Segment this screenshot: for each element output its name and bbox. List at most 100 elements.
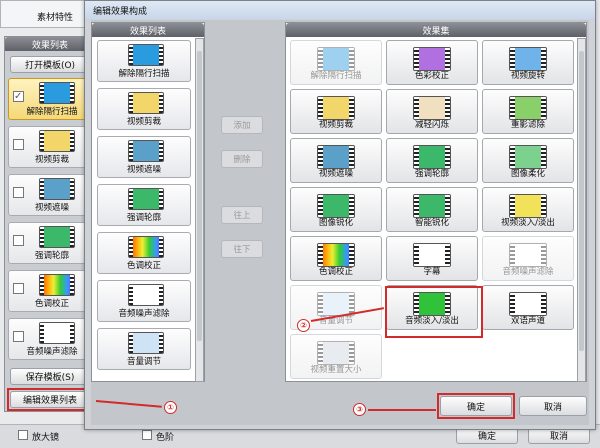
effect-thumbnail-icon: [317, 243, 355, 267]
list-scrollbar[interactable]: [195, 38, 204, 382]
move-up-button[interactable]: 往上: [221, 206, 263, 224]
effect-tile-label: 视频淡入/淡出: [501, 218, 555, 228]
effect-thumbnail-icon: [509, 194, 547, 218]
bg-checkbox[interactable]: [13, 283, 24, 294]
effect-thumbnail-icon: [317, 145, 355, 169]
bg-list-item-1[interactable]: 视频剪裁: [8, 126, 96, 168]
effect-tile[interactable]: 智能锐化: [386, 187, 478, 232]
effect-list-item[interactable]: 解除隔行扫描: [97, 40, 191, 82]
dialog-titlebar: 编辑效果构成: [85, 1, 595, 19]
open-template-button[interactable]: 打开模板(O): [10, 56, 90, 73]
zoom-checkbox[interactable]: [18, 430, 28, 440]
effect-tile-label: 视频遮噪: [318, 169, 353, 179]
effect-thumbnail-icon: [509, 292, 547, 316]
bg-checkbox[interactable]: [13, 187, 24, 198]
effect-list-item[interactable]: 色调校正: [97, 232, 191, 274]
bg-list-item-0[interactable]: ✓ 解除隔行扫描: [8, 78, 96, 120]
bg-list-item-label: 音频噪声滤除: [26, 347, 78, 357]
effect-list-title: 效果列表: [92, 23, 204, 37]
effect-tile[interactable]: 色调校正: [290, 236, 382, 281]
effect-tile-label: 双语声道: [510, 316, 545, 326]
effect-tile[interactable]: 音频噪声滤除: [482, 236, 574, 281]
effect-list-label: 色调校正: [126, 261, 161, 271]
bg-checkbox[interactable]: [13, 235, 24, 246]
film-icon: [128, 44, 164, 66]
effect-thumbnail-icon: [317, 47, 355, 71]
levels-checkbox[interactable]: [142, 430, 152, 440]
effect-thumbnail-icon: [317, 194, 355, 218]
effect-list-item[interactable]: 音量调节: [97, 328, 191, 370]
bg-checkbox-icon[interactable]: ✓: [13, 91, 24, 102]
effect-tile[interactable]: 解除隔行扫描: [290, 40, 382, 85]
list-scrollbar-thumb[interactable]: [197, 51, 202, 341]
effect-tile[interactable]: 减轻闪烁: [386, 89, 478, 134]
effect-tile[interactable]: 双语声道: [482, 285, 574, 330]
effect-tile-label: 图像柔化: [510, 169, 545, 179]
bg-list-item-label: 解除隔行扫描: [26, 107, 78, 117]
grid-scrollbar-thumb[interactable]: [579, 51, 584, 351]
effect-tile[interactable]: 图像柔化: [482, 138, 574, 183]
dialog-title: 编辑效果构成: [93, 6, 148, 17]
save-template-button[interactable]: 保存模板(S): [10, 368, 90, 385]
bg-checkbox[interactable]: [13, 139, 24, 150]
bg-list-item-2[interactable]: 视频遮噪: [8, 174, 96, 216]
volume-icon: [128, 332, 164, 354]
effect-thumbnail-icon: [413, 243, 451, 267]
effect-thumbnail-icon: [509, 47, 547, 71]
grid-scrollbar[interactable]: [577, 38, 586, 382]
effect-tile-label: 字幕: [423, 267, 441, 277]
effect-tile[interactable]: 字幕: [386, 236, 478, 281]
highlight-box-3: [437, 393, 515, 419]
effect-list-label: 解除隔行扫描: [118, 69, 170, 79]
effect-tile-label: 图像锐化: [318, 218, 353, 228]
effect-tile[interactable]: 强调轮廓: [386, 138, 478, 183]
effect-tile-label: 音频噪声滤除: [502, 267, 554, 277]
effect-tile-label: 减轻闪烁: [414, 120, 449, 130]
effect-list-item[interactable]: 强调轮廓: [97, 184, 191, 226]
effect-thumbnail-icon: [413, 96, 451, 120]
color-icon: [39, 274, 75, 296]
effect-tile[interactable]: 视频旋转: [482, 40, 574, 85]
effect-thumbnail-icon: [509, 96, 547, 120]
effect-thumbnail-icon: [317, 96, 355, 120]
effect-tile[interactable]: 重影滤除: [482, 89, 574, 134]
bg-list-item-4[interactable]: 色调校正: [8, 270, 96, 312]
effect-list-item[interactable]: 视频遮噪: [97, 136, 191, 178]
effect-tile[interactable]: 视频遮噪: [290, 138, 382, 183]
dialog-cancel-button[interactable]: 取消: [519, 396, 587, 416]
bg-list-item-label: 强调轮廓: [34, 251, 69, 261]
delete-button[interactable]: 删除: [221, 150, 263, 168]
bg-checkbox[interactable]: [13, 331, 24, 342]
move-down-button[interactable]: 往下: [221, 240, 263, 258]
edit-effects-dialog: 编辑效果构成 效果列表 解除隔行扫描 视频剪裁 视频遮噪 强调轮廓 色调校正 音频噪声滤除…: [84, 0, 596, 430]
effect-tile[interactable]: 视频重置大小: [290, 334, 382, 379]
highlight-box-2: [385, 286, 483, 338]
arrow-line-3: [368, 409, 436, 411]
bg-list-item-label: 色调校正: [34, 299, 69, 309]
effect-list-item[interactable]: 音频噪声滤除: [97, 280, 191, 322]
effect-thumbnail-icon: [413, 47, 451, 71]
scissors-icon: [128, 92, 164, 114]
bg-list-item-3[interactable]: 强调轮廓: [8, 222, 96, 264]
app-tab[interactable]: 素材特性: [0, 0, 86, 28]
film-icon: [39, 82, 75, 104]
effect-tile[interactable]: 图像锐化: [290, 187, 382, 232]
effect-tile[interactable]: 视频淡入/淡出: [482, 187, 574, 232]
outline-icon: [39, 226, 75, 248]
effect-list-item[interactable]: 视频剪裁: [97, 88, 191, 130]
outline-icon: [128, 188, 164, 210]
audio-noise-icon: [128, 284, 164, 306]
effect-tile-label: 视频旋转: [510, 71, 545, 81]
effect-tile-label: 重影滤除: [510, 120, 545, 130]
effect-tile[interactable]: 视频剪裁: [290, 89, 382, 134]
effect-tile-label: 解除隔行扫描: [310, 71, 362, 81]
add-button[interactable]: 添加: [221, 116, 263, 134]
effect-list-label: 音量调节: [126, 357, 161, 367]
effect-tile-label: 色调校正: [318, 267, 353, 277]
effect-tile[interactable]: 色彩校正: [386, 40, 478, 85]
effect-list-label: 强调轮廓: [126, 213, 161, 223]
bg-list-item-5[interactable]: 音频噪声滤除: [8, 318, 96, 360]
effect-thumbnail-icon: [509, 145, 547, 169]
effect-tile-label: 视频剪裁: [318, 120, 353, 130]
effect-list-label: 视频遮噪: [126, 165, 161, 175]
